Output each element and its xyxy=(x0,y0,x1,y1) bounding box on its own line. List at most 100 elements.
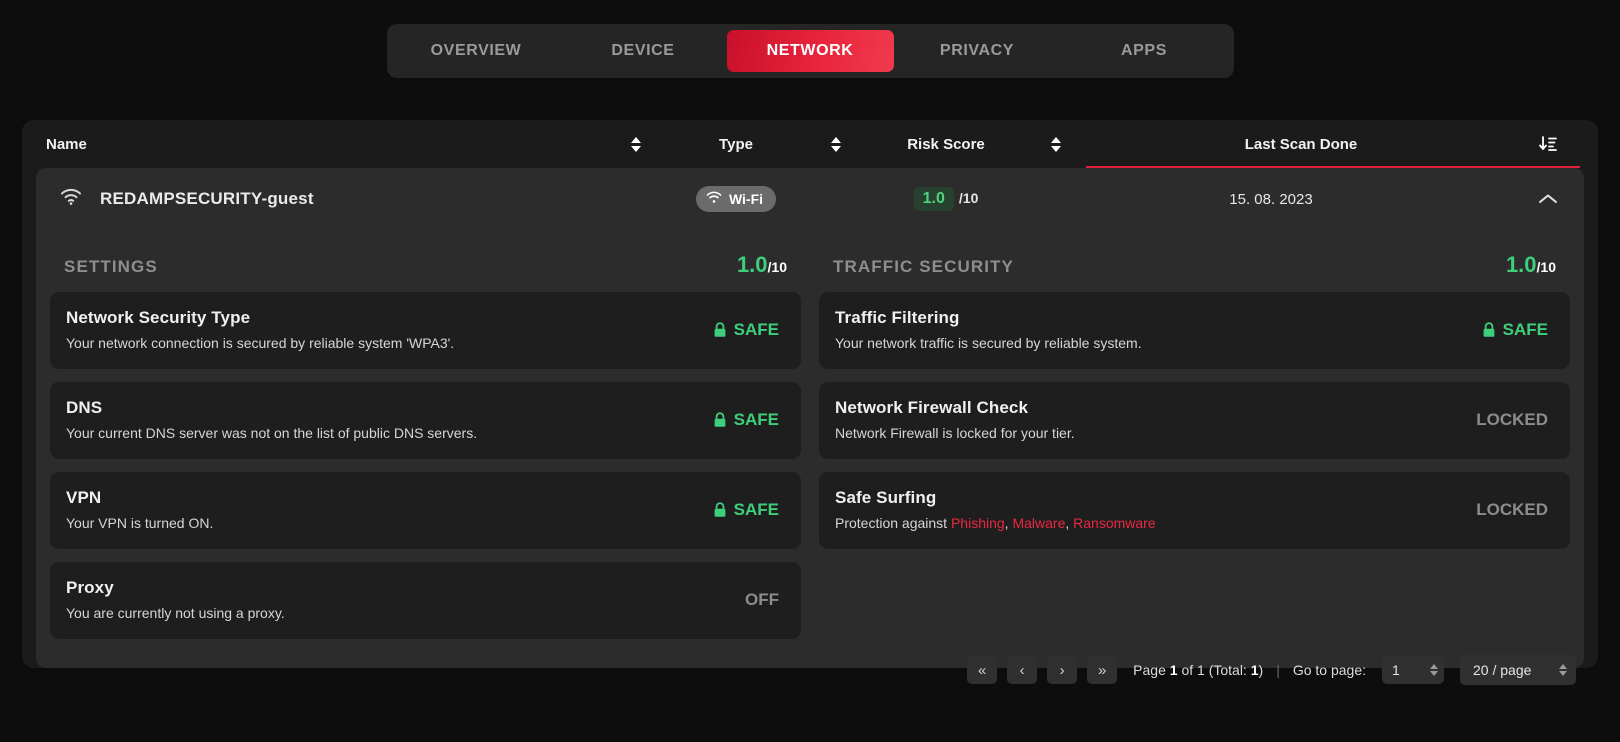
card-subtitle: Your VPN is turned ON. xyxy=(66,515,214,531)
last-page-button[interactable]: » xyxy=(1087,656,1118,684)
card-texts: Proxy You are currently not using a proxy… xyxy=(66,578,745,621)
card-title: DNS xyxy=(66,398,103,417)
status-badge: SAFE xyxy=(713,320,779,340)
tabbar-container: OVERVIEW DEVICE NETWORK PRIVACY APPS xyxy=(0,0,1620,78)
row-name-label: REDAMPSECURITY-guest xyxy=(100,189,314,208)
column-header-name[interactable]: Name xyxy=(46,136,606,153)
pagination-divider: | xyxy=(1276,662,1280,678)
lock-icon xyxy=(714,501,726,517)
card-subtitle: Your current DNS server was not on the l… xyxy=(66,425,478,441)
risk-score-chip: 1.0 xyxy=(913,187,954,211)
card-texts: Traffic Filtering Your network traffic is… xyxy=(835,308,1482,351)
next-page-button[interactable]: › xyxy=(1047,656,1078,684)
security-check-card[interactable]: Proxy You are currently not using a proxy… xyxy=(50,562,801,639)
status-badge: SAFE xyxy=(1482,320,1548,340)
status-badge-label: SAFE xyxy=(733,319,779,339)
tab-network[interactable]: NETWORK xyxy=(726,30,894,72)
card-texts: Safe Surfing Protection against Phishing,… xyxy=(835,488,1476,531)
settings-score: 1.0 /10 xyxy=(737,252,787,278)
current-page-number: 1 xyxy=(1169,662,1178,678)
security-check-card[interactable]: Traffic Filtering Your network traffic is… xyxy=(819,292,1570,369)
stepper-icon[interactable] xyxy=(1430,664,1438,676)
table-row[interactable]: REDAMPSECURITY-guest Wi-Fi 1.0 /10 15. 0… xyxy=(36,168,1584,230)
first-page-button[interactable]: « xyxy=(967,656,998,684)
settings-column-header: SETTINGS 1.0 /10 xyxy=(50,230,801,292)
previous-page-button[interactable]: ‹ xyxy=(1007,656,1038,684)
status-badge-label: LOCKED xyxy=(1476,499,1548,519)
total-pages-number: 1 xyxy=(1250,662,1259,678)
security-check-card[interactable]: Safe Surfing Protection against Phishing,… xyxy=(819,472,1570,549)
column-header-last-scan[interactable]: Last Scan Done xyxy=(1086,136,1516,153)
column-header-name-label: Name xyxy=(46,135,87,153)
status-badge: LOCKED xyxy=(1476,500,1548,520)
row-type-cell: Wi-Fi xyxy=(666,186,806,212)
traffic-security-score-value: 1.0 xyxy=(1505,252,1537,277)
traffic-security-score-denominator: /10 xyxy=(1536,259,1556,275)
lock-icon xyxy=(714,321,726,337)
page-prefix: Page xyxy=(1133,662,1170,678)
card-title: Network Firewall Check xyxy=(835,398,1029,417)
tabbar: OVERVIEW DEVICE NETWORK PRIVACY APPS xyxy=(386,24,1234,78)
goto-page-label: Go to page: xyxy=(1292,662,1366,678)
goto-page-input[interactable]: 1 xyxy=(1382,656,1444,684)
security-check-card[interactable]: VPN Your VPN is turned ON. SAFE xyxy=(50,472,801,549)
card-subtitle-prefix: Protection against xyxy=(835,515,951,531)
card-subtitle: Network Firewall is locked for your tier… xyxy=(835,425,1075,441)
sort-caret-icon xyxy=(1051,136,1061,152)
security-check-card[interactable]: Network Security Type Your network connec… xyxy=(50,292,801,369)
network-row-card: REDAMPSECURITY-guest Wi-Fi 1.0 /10 15. 0… xyxy=(36,168,1584,668)
sort-toggle-name[interactable] xyxy=(606,136,666,152)
card-texts: VPN Your VPN is turned ON. xyxy=(66,488,713,531)
chevron-up-icon xyxy=(1539,194,1557,203)
network-type-badge: Wi-Fi xyxy=(695,186,777,212)
row-detail: SETTINGS 1.0 /10 Network Security Type Yo… xyxy=(36,230,1584,668)
status-badge-label: SAFE xyxy=(733,499,779,519)
threat-link[interactable]: Malware xyxy=(1012,515,1065,531)
tab-overview[interactable]: OVERVIEW xyxy=(393,30,560,72)
column-header-type-label: Type xyxy=(719,135,753,153)
table-header: Name Type Risk Score Last Scan Done xyxy=(22,120,1598,168)
traffic-security-score: 1.0 /10 xyxy=(1506,252,1556,278)
sort-toggle-risk-score[interactable] xyxy=(1026,136,1086,152)
row-name-cell: REDAMPSECURITY-guest xyxy=(46,188,606,211)
tab-apps[interactable]: APPS xyxy=(1061,30,1228,72)
tab-privacy[interactable]: PRIVACY xyxy=(894,30,1061,72)
pagination-bar: « ‹ › » Page 1 of 1 (Total: 1) | Go to p… xyxy=(22,642,1598,698)
row-collapse-button[interactable] xyxy=(1516,192,1580,206)
traffic-security-column-header: TRAFFIC SECURITY 1.0 /10 xyxy=(819,230,1570,292)
status-badge-label: SAFE xyxy=(733,409,779,429)
traffic-security-title: TRAFFIC SECURITY xyxy=(833,257,1014,276)
card-title: VPN xyxy=(66,488,102,507)
status-badge-label: LOCKED xyxy=(1476,409,1548,429)
settings-column: SETTINGS 1.0 /10 Network Security Type Yo… xyxy=(50,230,810,652)
column-header-last-scan-label: Last Scan Done xyxy=(1244,135,1358,153)
card-subtitle: Your network connection is secured by re… xyxy=(66,335,455,351)
sort-toggle-last-scan[interactable] xyxy=(1516,134,1580,154)
lock-icon xyxy=(1483,321,1495,337)
wifi-icon xyxy=(706,191,722,207)
column-header-risk-score-label: Risk Score xyxy=(907,135,985,153)
active-sort-underline xyxy=(1086,166,1580,168)
traffic-security-column: TRAFFIC SECURITY 1.0 /10 Traffic Filteri… xyxy=(810,230,1570,652)
per-page-select[interactable]: 20 / page xyxy=(1460,655,1576,685)
page-total-suffix: ) xyxy=(1258,662,1264,678)
column-header-risk-score[interactable]: Risk Score xyxy=(866,136,1026,153)
tab-device[interactable]: DEVICE xyxy=(560,30,727,72)
settings-score-denominator: /10 xyxy=(767,259,787,275)
status-badge: SAFE xyxy=(713,410,779,430)
threat-link[interactable]: Ransomware xyxy=(1073,515,1155,531)
settings-score-value: 1.0 xyxy=(736,252,768,277)
security-check-card[interactable]: DNS Your current DNS server was not on th… xyxy=(50,382,801,459)
column-header-last-scan-group: Last Scan Done xyxy=(1086,134,1580,168)
network-table-panel: Name Type Risk Score Last Scan Done REDA… xyxy=(22,120,1598,668)
security-check-card[interactable]: Network Firewall Check Network Firewall i… xyxy=(819,382,1570,459)
card-texts: Network Security Type Your network connec… xyxy=(66,308,713,351)
column-header-type[interactable]: Type xyxy=(666,136,806,153)
sort-toggle-type[interactable] xyxy=(806,136,866,152)
status-badge: LOCKED xyxy=(1476,410,1548,430)
sort-descending-icon xyxy=(1539,136,1557,151)
threat-link[interactable]: Phishing xyxy=(951,515,1005,531)
card-subtitle: Your network traffic is secured by relia… xyxy=(835,335,1142,351)
network-type-label: Wi-Fi xyxy=(728,191,764,207)
card-title: Safe Surfing xyxy=(835,488,937,507)
